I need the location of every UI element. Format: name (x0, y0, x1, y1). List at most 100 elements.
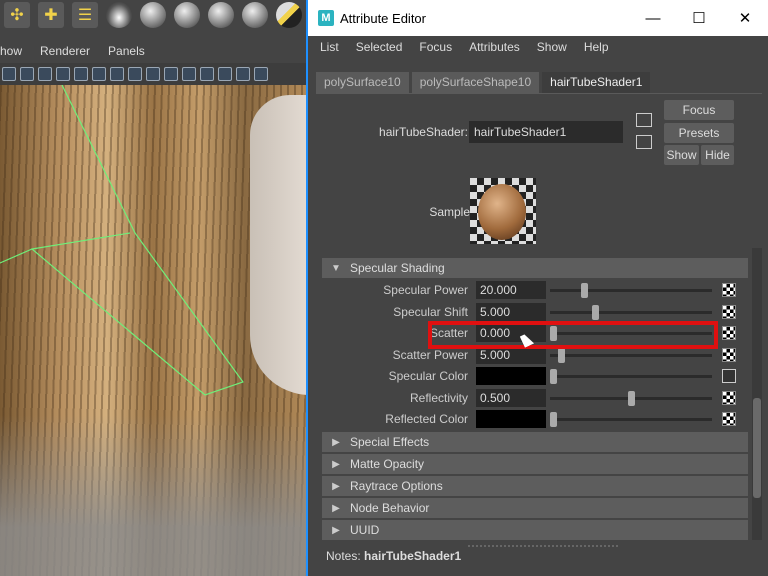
section-title: Matte Opacity (350, 457, 425, 471)
sphere-shader-icon-4[interactable] (242, 2, 268, 28)
node-tabs: polySurface10 polySurfaceShape10 hairTub… (316, 72, 651, 93)
checker-icon[interactable] (200, 67, 214, 81)
menu-help[interactable]: Help (584, 40, 609, 54)
attr-slider[interactable] (550, 347, 712, 363)
map-texture-icon[interactable] (722, 283, 736, 297)
attr-slider[interactable] (550, 304, 712, 320)
section-raytrace-options[interactable]: ▶ Raytrace Options (322, 476, 748, 496)
sphere-shader-icon-3[interactable] (208, 2, 234, 28)
smooth-shade-icon[interactable] (146, 67, 160, 81)
viewport-menu: how Renderer Panels (0, 44, 306, 62)
select-icon[interactable] (38, 67, 52, 81)
wire-on-shaded-icon[interactable] (164, 67, 178, 81)
connection-arrow-icon[interactable] (722, 369, 736, 383)
section-title: Raytrace Options (350, 479, 443, 493)
attr-row-specular-shift: Specular Shift 5.000 (320, 302, 748, 322)
tab-divider (316, 93, 762, 94)
shader-ball-icon[interactable] (106, 2, 132, 28)
resolution-gate-icon[interactable] (92, 67, 106, 81)
section-node-behavior[interactable]: ▶ Node Behavior (322, 498, 748, 518)
screen: ✣ ✚ ☰ how Renderer Panels M Attribute Ed… (0, 0, 768, 576)
map-texture-icon[interactable] (722, 326, 736, 340)
scrollbar-thumb[interactable] (753, 398, 761, 498)
viewport-menu-panels[interactable]: Panels (108, 44, 145, 62)
sample-swatch[interactable] (470, 178, 536, 244)
attr-slider[interactable] (550, 412, 712, 427)
title-bar[interactable]: M Attribute Editor — ☐ ✕ (308, 0, 768, 36)
slider-thumb[interactable] (581, 283, 588, 298)
joint-tool-icon[interactable]: ✚ (38, 2, 64, 28)
textured-icon[interactable] (182, 67, 196, 81)
viewport-menu-renderer[interactable]: Renderer (40, 44, 90, 62)
menu-selected[interactable]: Selected (356, 40, 403, 54)
attributes-scrollbar[interactable] (752, 248, 762, 540)
collapsed-arrow-icon: ▶ (332, 480, 340, 492)
tab-polysurface[interactable]: polySurface10 (316, 72, 409, 93)
viewport-pane: ✣ ✚ ☰ how Renderer Panels (0, 0, 306, 576)
attr-label: Specular Power (383, 283, 468, 297)
hide-button[interactable]: Hide (701, 145, 734, 165)
attr-value-field[interactable]: 5.000 (476, 302, 546, 321)
section-title: UUID (350, 523, 380, 537)
collapsed-arrow-icon: ▶ (332, 436, 340, 448)
presets-button[interactable]: Presets (664, 123, 734, 143)
stripe-shader-icon[interactable] (276, 2, 302, 28)
collapsed-arrow-icon: ▶ (332, 524, 340, 536)
slider-thumb[interactable] (591, 304, 599, 320)
wireframe-icon[interactable] (128, 67, 142, 81)
tab-hair-tube-shader[interactable]: hairTubeShader1 (542, 72, 651, 93)
section-specular-shading[interactable]: ▼ Specular Shading (322, 258, 748, 278)
output-connection-icon[interactable] (636, 135, 652, 149)
shadows-icon[interactable] (236, 67, 250, 81)
menu-list[interactable]: List (320, 40, 339, 54)
shader-name-field[interactable]: hairTubeShader1 (469, 121, 623, 143)
attr-value-field[interactable]: 0.500 (476, 388, 546, 407)
slider-thumb[interactable] (550, 412, 557, 427)
move-tool-icon[interactable]: ✣ (4, 2, 30, 28)
section-special-effects[interactable]: ▶ Special Effects (322, 432, 748, 452)
attr-slider[interactable] (550, 390, 712, 406)
map-texture-icon[interactable] (722, 390, 736, 405)
sphere-shader-icon-2[interactable] (174, 2, 200, 28)
attr-row-specular-color: Specular Color (320, 366, 748, 386)
color-swatch[interactable] (476, 410, 546, 428)
3d-viewport[interactable] (0, 85, 306, 576)
map-texture-icon[interactable] (722, 412, 736, 426)
slider-thumb[interactable] (627, 390, 635, 406)
shelf: ✣ ✚ ☰ (0, 0, 306, 30)
slider-thumb[interactable] (550, 369, 557, 384)
close-button[interactable]: ✕ (722, 0, 768, 36)
minimize-button[interactable]: — (630, 0, 676, 36)
notes-divider[interactable] (468, 545, 618, 547)
section-matte-opacity[interactable]: ▶ Matte Opacity (322, 454, 748, 474)
focus-button[interactable]: Focus (664, 100, 734, 120)
maximize-button[interactable]: ☐ (676, 0, 722, 36)
lights-icon[interactable] (218, 67, 232, 81)
frame-icon[interactable] (56, 67, 70, 81)
film-gate-icon[interactable] (74, 67, 88, 81)
tab-polysurface-shape[interactable]: polySurfaceShape10 (411, 72, 540, 93)
map-texture-icon[interactable] (722, 347, 736, 362)
text-icon[interactable] (110, 67, 124, 81)
attr-value-field[interactable]: 20.000 (476, 281, 546, 299)
color-swatch[interactable] (476, 367, 546, 385)
attr-label: Scatter Power (392, 347, 468, 362)
deformer-icon[interactable]: ☰ (72, 2, 98, 28)
menu-show[interactable]: Show (537, 40, 567, 54)
menu-focus[interactable]: Focus (419, 40, 452, 54)
attr-slider[interactable] (550, 369, 712, 384)
sphere-shader-icon[interactable] (140, 2, 166, 28)
attr-row-reflectivity: Reflectivity 0.500 (320, 388, 748, 408)
attributes-scroll-area: ▼ Specular Shading Specular Power 20.000 S… (320, 248, 748, 540)
isolate-icon[interactable] (254, 67, 268, 81)
section-uuid[interactable]: ▶ UUID (322, 520, 748, 540)
map-texture-icon[interactable] (722, 304, 736, 319)
grid-icon[interactable] (20, 67, 34, 81)
attr-slider[interactable] (550, 283, 712, 298)
menu-attributes[interactable]: Attributes (469, 40, 520, 54)
show-button[interactable]: Show (664, 145, 699, 165)
input-connection-icon[interactable] (636, 113, 652, 127)
camera-icon[interactable] (2, 67, 16, 81)
slider-thumb[interactable] (557, 347, 565, 363)
viewport-menu-item[interactable]: how (0, 44, 22, 62)
